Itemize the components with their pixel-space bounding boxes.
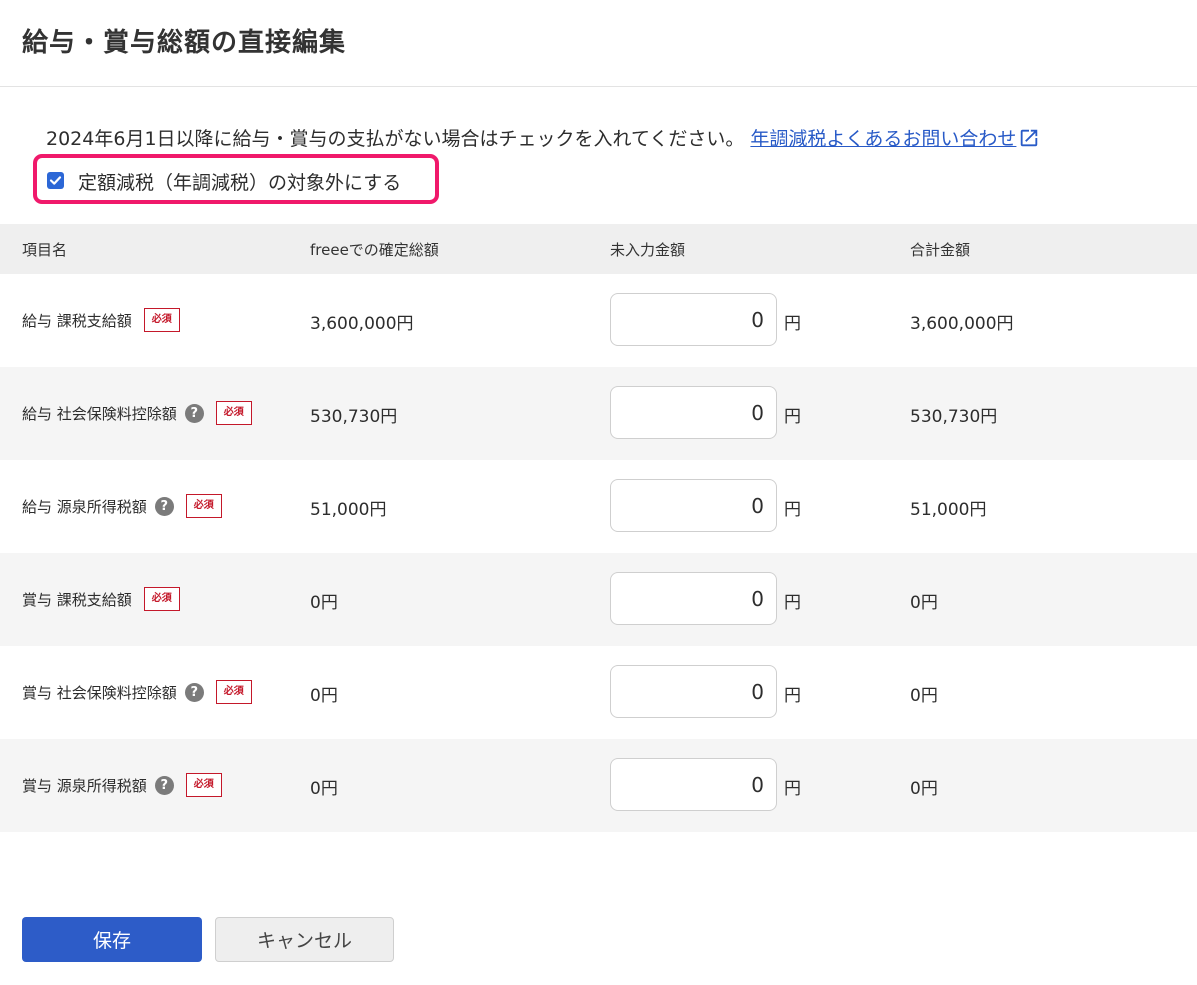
row-item-name: 賞与 課税支給額 必須	[22, 587, 180, 611]
checkmark-icon	[49, 176, 62, 185]
row-item-label: 給与 源泉所得税額	[22, 497, 147, 516]
required-badge: 必須	[215, 401, 252, 425]
amount-table: 項目名 freeeでの確定総額 未入力金額 合計金額 給与 課税支給額 必須 3,6…	[0, 224, 1197, 832]
confirmed-amount: 0円	[310, 779, 338, 799]
row-item-label: 賞与 課税支給額	[22, 590, 132, 609]
table-row: 給与 課税支給額必須 3,600,000円 円 3,600,000円	[0, 274, 1197, 367]
faq-link[interactable]: 年調減税よくあるお問い合わせ	[750, 128, 1016, 150]
help-icon[interactable]: ?	[184, 403, 204, 423]
grand-total-amount: 51,000円	[910, 500, 987, 520]
grand-total-amount: 0円	[910, 779, 938, 799]
confirmed-amount: 0円	[310, 686, 338, 706]
yen-unit: 円	[784, 593, 801, 613]
exclude-tax-reduction-checkbox[interactable]	[47, 172, 64, 189]
yen-unit: 円	[784, 779, 801, 799]
unentered-amount-input[interactable]	[610, 665, 777, 718]
required-badge: 必須	[143, 308, 180, 332]
yen-unit: 円	[784, 407, 801, 427]
required-badge: 必須	[185, 494, 222, 518]
header-item-name: 項目名	[22, 241, 68, 259]
table-row: 給与 源泉所得税額? 必須 51,000円 円 51,000円	[0, 460, 1197, 553]
grand-total-amount: 3,600,000円	[910, 314, 1014, 334]
row-item-label: 賞与 社会保険料控除額	[22, 683, 177, 702]
unentered-amount-input[interactable]	[610, 572, 777, 625]
grand-total-amount: 0円	[910, 593, 938, 613]
cancel-button[interactable]: キャンセル	[215, 917, 394, 962]
row-item-label: 給与 課税支給額	[22, 311, 132, 330]
grand-total-amount: 0円	[910, 686, 938, 706]
table-header: 項目名 freeeでの確定総額 未入力金額 合計金額	[0, 224, 1197, 274]
row-item-name: 給与 社会保険料控除額? 必須	[22, 401, 252, 425]
help-icon[interactable]: ?	[184, 682, 204, 702]
required-badge: 必須	[143, 587, 180, 611]
row-item-label: 給与 社会保険料控除額	[22, 404, 177, 423]
confirmed-amount: 51,000円	[310, 500, 387, 520]
unentered-amount-input[interactable]	[610, 758, 777, 811]
confirmed-amount: 530,730円	[310, 407, 398, 427]
row-item-name: 賞与 社会保険料控除額? 必須	[22, 680, 252, 704]
help-icon[interactable]: ?	[154, 496, 174, 516]
table-row: 賞与 源泉所得税額? 必須 0円 円 0円	[0, 739, 1197, 832]
grand-total-amount: 530,730円	[910, 407, 998, 427]
checkbox-label[interactable]: 定額減税（年調減税）の対象外にする	[78, 168, 401, 195]
row-item-name: 給与 源泉所得税額? 必須	[22, 494, 222, 518]
unentered-amount-input[interactable]	[610, 386, 777, 439]
header-confirmed-total: freeeでの確定総額	[310, 241, 439, 259]
notice-text: 2024年6月1日以降に給与・賞与の支払がない場合はチェックを入れてください。年…	[46, 124, 1040, 151]
page-header: 給与・賞与総額の直接編集	[0, 0, 1197, 87]
unentered-amount-input[interactable]	[610, 479, 777, 532]
notice-message: 2024年6月1日以降に給与・賞与の支払がない場合はチェックを入れてください。	[46, 128, 745, 150]
header-grand-total: 合計金額	[910, 241, 971, 259]
row-item-name: 給与 課税支給額 必須	[22, 308, 180, 332]
unentered-amount-input[interactable]	[610, 293, 777, 346]
required-badge: 必須	[185, 773, 222, 797]
confirmed-amount: 3,600,000円	[310, 314, 414, 334]
external-link-icon[interactable]	[1018, 127, 1040, 149]
required-badge: 必須	[215, 680, 252, 704]
table-row: 給与 社会保険料控除額? 必須 530,730円 円 530,730円	[0, 367, 1197, 460]
table-row: 賞与 社会保険料控除額? 必須 0円 円 0円	[0, 646, 1197, 739]
help-icon[interactable]: ?	[154, 775, 174, 795]
header-unentered-amount: 未入力金額	[610, 241, 686, 259]
row-item-name: 賞与 源泉所得税額? 必須	[22, 773, 222, 797]
yen-unit: 円	[784, 314, 801, 334]
yen-unit: 円	[784, 686, 801, 706]
save-button[interactable]: 保存	[22, 917, 202, 962]
row-item-label: 賞与 源泉所得税額	[22, 776, 147, 795]
table-row: 賞与 課税支給額必須 0円 円 0円	[0, 553, 1197, 646]
page-title: 給与・賞与総額の直接編集	[22, 28, 347, 58]
confirmed-amount: 0円	[310, 593, 338, 613]
yen-unit: 円	[784, 500, 801, 520]
